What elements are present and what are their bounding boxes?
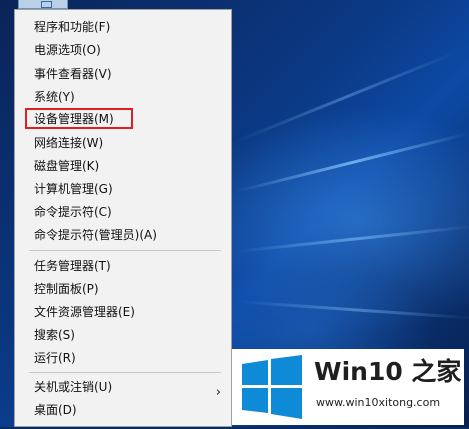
wallpaper-light-ray xyxy=(235,300,469,320)
menu-item-power-options[interactable]: 电源选项(O) xyxy=(34,40,101,60)
menu-item-network-connections[interactable]: 网络连接(W) xyxy=(34,133,103,153)
menu-separator xyxy=(29,250,221,251)
menu-item-task-manager[interactable]: 任务管理器(T) xyxy=(34,256,111,276)
menu-item-command-prompt-admin[interactable]: 命令提示符(管理员)(A) xyxy=(34,225,157,245)
menu-item-control-panel[interactable]: 控制面板(P) xyxy=(34,279,99,299)
menu-item-command-prompt[interactable]: 命令提示符(C) xyxy=(34,202,112,222)
watermark-title: Win10 之家 xyxy=(314,357,462,386)
watermark-url: www.win10xitong.com xyxy=(316,396,441,409)
menu-item-system[interactable]: 系统(Y) xyxy=(34,87,75,107)
watermark-logo: Win10 之家 www.win10xitong.com xyxy=(232,349,464,425)
menu-item-shutdown-signout[interactable]: 关机或注销(U) xyxy=(34,377,112,397)
menu-item-desktop[interactable]: 桌面(D) xyxy=(34,400,77,420)
wallpaper-light-ray xyxy=(235,50,460,143)
menu-item-disk-management[interactable]: 磁盘管理(K) xyxy=(34,156,99,176)
menu-item-event-viewer[interactable]: 事件查看器(V) xyxy=(34,64,112,84)
menu-item-computer-management[interactable]: 计算机管理(G) xyxy=(34,179,113,199)
windows-logo-icon xyxy=(240,355,304,419)
menu-item-search[interactable]: 搜索(S) xyxy=(34,325,75,345)
wallpaper-light-ray xyxy=(235,131,469,193)
menu-item-programs-features[interactable]: 程序和功能(F) xyxy=(34,17,110,37)
device-manager-highlight-box xyxy=(25,108,133,129)
start-button[interactable] xyxy=(18,0,68,9)
wallpaper-light-ray xyxy=(235,224,469,253)
winx-context-menu: 程序和功能(F) 电源选项(O) 事件查看器(V) 系统(Y) 设备管理器(M)… xyxy=(14,9,232,427)
chevron-right-icon: › xyxy=(215,385,221,400)
menu-item-run[interactable]: 运行(R) xyxy=(34,348,76,368)
menu-separator xyxy=(29,372,221,373)
menu-item-file-explorer[interactable]: 文件资源管理器(E) xyxy=(34,302,135,322)
